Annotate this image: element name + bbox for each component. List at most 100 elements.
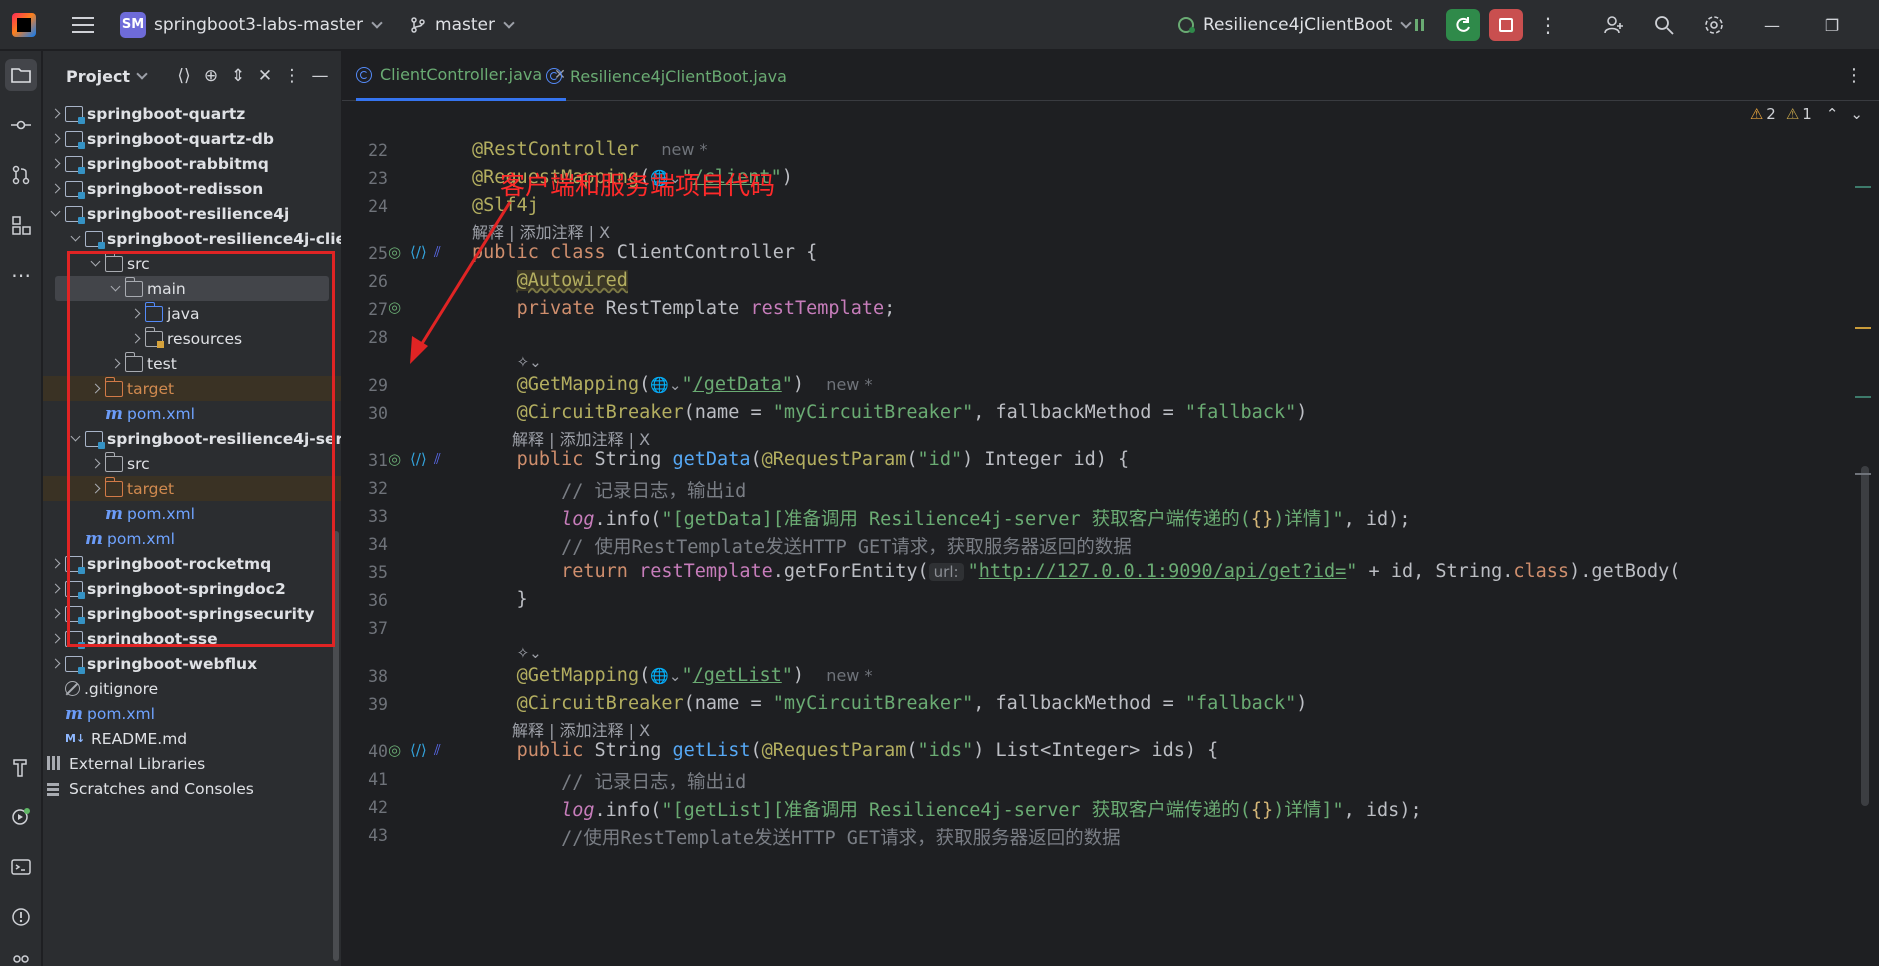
run-button[interactable] <box>1403 9 1437 41</box>
ai-code-lens[interactable]: 解释 | 添加注释 | X <box>472 219 610 243</box>
git-tool-button[interactable] <box>5 946 37 966</box>
code-line: return restTemplate.getForEntity(url: "ht… <box>561 561 1681 582</box>
chevron-right-icon[interactable] <box>45 583 65 594</box>
chevron-down-icon[interactable] <box>45 206 65 217</box>
tree-item[interactable]: Scratches and Consoles <box>43 776 341 801</box>
select-opened-file-icon[interactable]: ⟨⟩ <box>173 65 195 87</box>
search-button[interactable] <box>1647 9 1681 41</box>
mapping-icon[interactable]: ⫽ <box>434 243 441 261</box>
stop-button[interactable] <box>1489 9 1523 41</box>
options-icon[interactable]: ⋮ <box>281 65 303 87</box>
project-view-selector[interactable]: Project <box>66 67 130 86</box>
commit-tool-button[interactable] <box>5 109 37 141</box>
run-configuration-selector[interactable]: Resilience4jClientBoot <box>1175 0 1413 50</box>
tree-item[interactable]: M↓ README.md <box>43 726 341 751</box>
code-comment: // 记录日志，输出id <box>561 772 747 793</box>
project-name[interactable]: springboot3-labs-master <box>154 15 363 35</box>
branch-selector[interactable]: master <box>435 15 495 35</box>
tree-item[interactable]: External Libraries <box>43 751 341 776</box>
chevron-down-icon[interactable] <box>136 68 148 80</box>
hide-panel-icon[interactable]: — <box>309 65 331 87</box>
chevron-down-icon[interactable] <box>65 231 85 242</box>
terminal-tool-button[interactable] <box>5 851 37 883</box>
chevron-down-icon[interactable] <box>371 16 383 29</box>
line-number: 36 <box>368 591 388 610</box>
tree-item[interactable]: .gitignore <box>43 676 341 701</box>
tree-item-label: springboot-quartz <box>87 104 246 123</box>
ai-code-lens[interactable]: 解释 | 添加注释 | X <box>512 717 650 741</box>
chevron-right-icon[interactable] <box>45 608 65 619</box>
locate-icon[interactable]: ⊕ <box>200 65 222 87</box>
collapse-all-icon[interactable]: ✕ <box>254 65 276 87</box>
tree-item[interactable]: springboot-resilience4j <box>43 201 341 226</box>
tree-item[interactable]: springboot-resilience4j-client <box>43 226 341 251</box>
tab-options-icon[interactable]: ⋮ <box>1845 65 1863 86</box>
code-line: private RestTemplate restTemplate; <box>516 298 896 319</box>
add-user-button[interactable] <box>1597 9 1631 41</box>
globe-icon[interactable]: 🌐⌄ <box>650 376 681 394</box>
code-string: /getData <box>692 374 782 395</box>
tree-item-label: springboot-redisson <box>87 179 264 198</box>
tab-client-controller[interactable]: ClientController.java ✕ <box>356 51 566 101</box>
chevron-right-icon[interactable] <box>45 558 65 569</box>
chevron-right-icon[interactable] <box>45 633 65 644</box>
code-view[interactable]: @RestController new * @RequestMapping(🌐⌄… <box>472 101 1862 966</box>
expand-all-icon[interactable]: ⇕ <box>227 65 249 87</box>
line-number: 25 <box>368 244 388 263</box>
tree-item-label: springboot-rabbitmq <box>87 154 269 173</box>
intellij-logo-icon[interactable] <box>12 12 36 37</box>
code-line: @GetMapping(🌐⌄"/getData") new * <box>516 374 873 395</box>
spring-boot-icon <box>1178 17 1195 33</box>
tree-item[interactable]: springboot-quartz-db <box>43 126 341 151</box>
endpoint-icon[interactable]: ⟨/⟩ <box>410 741 427 759</box>
chevron-down-icon[interactable] <box>503 16 515 29</box>
stop-icon <box>1499 18 1513 32</box>
ai-assist-icon[interactable]: ✧⌄ <box>517 353 542 371</box>
mapping-icon[interactable]: ⫽ <box>434 450 441 468</box>
rerun-debug-button[interactable] <box>1446 9 1480 41</box>
pull-requests-tool-button[interactable] <box>5 159 37 191</box>
services-tool-button[interactable] <box>5 801 37 833</box>
chevron-right-icon[interactable] <box>45 658 65 669</box>
line-number: 32 <box>368 479 388 498</box>
spring-bean-icon[interactable]: ◎ <box>388 243 401 261</box>
editor-scrollbar[interactable] <box>1861 466 1869 806</box>
globe-icon[interactable]: 🌐⌄ <box>650 667 681 685</box>
problems-tool-button[interactable] <box>5 901 37 933</box>
mapping-icon[interactable]: ⫽ <box>434 741 441 759</box>
tree-item[interactable]: springboot-rabbitmq <box>43 151 341 176</box>
restore-window-button[interactable]: ❐ <box>1807 0 1857 50</box>
endpoint-icon[interactable]: ⟨/⟩ <box>410 243 427 261</box>
spring-bean-icon[interactable]: ◎ <box>388 450 401 468</box>
add-user-icon <box>1604 16 1623 34</box>
line-number: 22 <box>368 141 388 160</box>
more-tools-button[interactable]: ⋯ <box>5 259 37 291</box>
chevron-right-icon[interactable] <box>45 158 65 169</box>
ai-assist-icon[interactable]: ✧⌄ <box>517 644 542 662</box>
line-number: 39 <box>368 695 388 714</box>
tree-item[interactable]: springboot-quartz <box>43 101 341 126</box>
spring-bean-icon[interactable]: ◎ <box>388 741 401 759</box>
main-menu-icon[interactable] <box>72 16 94 33</box>
chevron-right-icon[interactable] <box>45 183 65 194</box>
structure-tool-button[interactable] <box>5 209 37 241</box>
tab-resilience4j-client-boot[interactable]: Resilience4jClientBoot.java <box>546 51 787 101</box>
chevron-right-icon[interactable] <box>45 108 65 119</box>
tree-item[interactable]: springboot-webflux <box>43 651 341 676</box>
autowired-bean-icon[interactable]: ◎ <box>388 298 401 316</box>
project-badge[interactable]: SM <box>120 11 146 38</box>
more-actions-button[interactable]: ⋮ <box>1531 9 1565 41</box>
endpoint-icon[interactable]: ⟨/⟩ <box>410 450 427 468</box>
settings-button[interactable] <box>1697 9 1731 41</box>
minimize-window-button[interactable]: — <box>1747 0 1797 50</box>
chevron-right-icon[interactable] <box>45 133 65 144</box>
project-panel-header: Project ⟨⟩ ⊕ ⇕ ✕ ⋮ — <box>43 51 341 101</box>
services-icon <box>12 808 30 825</box>
git-branch-icon <box>411 16 425 33</box>
line-number: 42 <box>368 798 388 817</box>
build-tool-button[interactable] <box>5 751 37 783</box>
tree-item[interactable]: springboot-redisson <box>43 176 341 201</box>
tree-item[interactable]: m pom.xml <box>43 701 341 726</box>
project-tool-button[interactable] <box>5 59 37 91</box>
ai-code-lens[interactable]: 解释 | 添加注释 | X <box>512 426 650 450</box>
